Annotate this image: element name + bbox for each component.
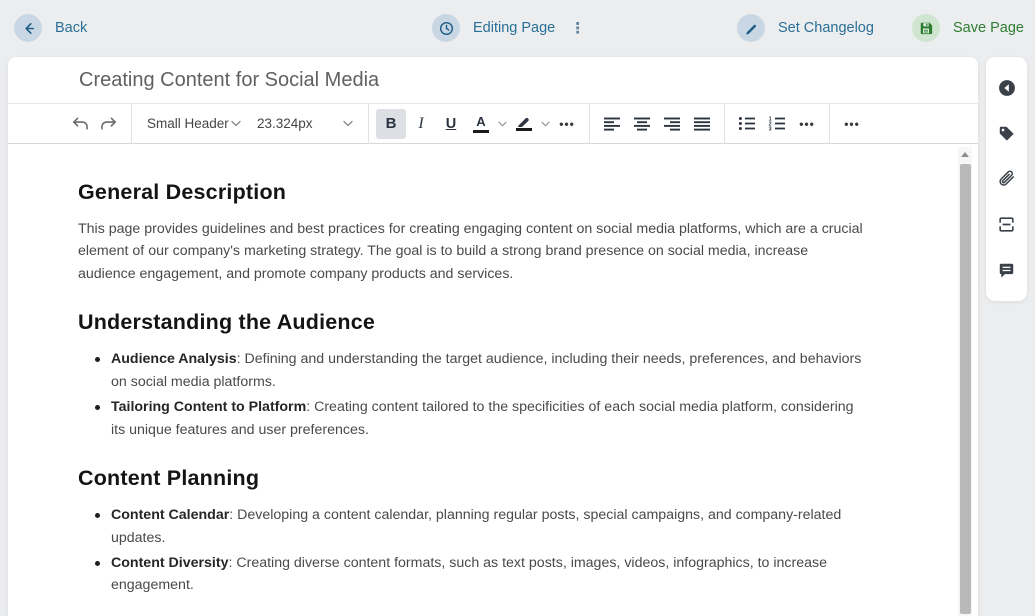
editor-card: Creating Content for Social Media Small … (8, 57, 978, 616)
section-content-planning: Content Planning Content Calendar: Devel… (78, 466, 868, 597)
toolbar-divider (724, 104, 725, 144)
tag-icon (997, 124, 1016, 143)
comments-button[interactable] (994, 257, 1020, 283)
scroll-up-button[interactable] (958, 147, 972, 162)
italic-button[interactable]: I (406, 109, 436, 139)
editor-toolbar: Small Header 23.324px B I U A ••• (8, 104, 978, 144)
templates-button[interactable] (994, 212, 1020, 238)
align-center-button[interactable] (627, 109, 657, 139)
tags-button[interactable] (994, 120, 1020, 146)
editor-side-rail (986, 57, 1027, 301)
highlight-color-button[interactable] (509, 109, 539, 139)
list-item: Audience Analysis: Defining and understa… (111, 348, 868, 393)
back-label: Back (55, 20, 87, 36)
text-color-swatch (473, 130, 489, 133)
save-icon (912, 14, 940, 42)
section-understanding-audience: Understanding the Audience Audience Anal… (78, 310, 868, 441)
toolbar-divider (131, 104, 132, 144)
text-color-button[interactable]: A (466, 109, 496, 139)
comment-icon (997, 261, 1016, 280)
redo-button[interactable] (94, 109, 124, 139)
save-page-label: Save Page (953, 20, 1024, 36)
paperclip-icon (997, 169, 1017, 189)
more-tools-button[interactable]: ••• (837, 109, 867, 139)
save-page-button[interactable]: Save Page (912, 0, 1024, 56)
font-size-value: 23.324px (257, 116, 313, 131)
bullet-list: Audience Analysis: Defining and understa… (78, 348, 868, 441)
toolbar-divider (589, 104, 590, 144)
list-item: Content Calendar: Developing a content c… (111, 504, 868, 549)
title-row: Creating Content for Social Media (8, 57, 978, 104)
undo-button[interactable] (64, 109, 94, 139)
font-size-dropdown[interactable]: 23.324px (249, 109, 361, 139)
text-style-value: Small Header (147, 116, 229, 131)
align-right-button[interactable] (657, 109, 687, 139)
list-item: Tailoring Content to Platform: Creating … (111, 396, 868, 441)
numbered-list-button[interactable]: 123 (762, 109, 792, 139)
editor-scrollbar[interactable] (958, 147, 972, 616)
collapse-sidebar-button[interactable] (994, 75, 1020, 101)
list-item: Content Diversity: Creating diverse cont… (111, 552, 868, 597)
section-paragraph: This page provides guidelines and best p… (78, 218, 868, 285)
section-heading: Understanding the Audience (78, 310, 868, 335)
align-justify-button[interactable] (687, 109, 717, 139)
highlight-color-chevron[interactable] (539, 121, 552, 127)
section-heading: General Description (78, 180, 868, 205)
highlighter-icon (516, 116, 532, 127)
section-general-description: General Description This page provides g… (78, 180, 868, 285)
clock-icon (432, 14, 460, 42)
svg-text:3: 3 (769, 127, 772, 131)
more-formats-button[interactable]: ••• (552, 109, 582, 139)
set-changelog-button[interactable]: Set Changelog (737, 0, 874, 56)
arrow-left-circle-icon (997, 78, 1017, 98)
pencil-icon (737, 14, 765, 42)
set-changelog-label: Set Changelog (778, 20, 874, 36)
page-title-input[interactable]: Creating Content for Social Media (79, 69, 978, 92)
chevron-down-icon (343, 120, 353, 127)
toolbar-divider (829, 104, 830, 144)
top-bar: Back Editing Page ⋮ Set Changelog Save P… (0, 0, 1035, 56)
editing-page-label: Editing Page (473, 20, 555, 36)
text-color-chevron[interactable] (496, 121, 509, 127)
bold-button[interactable]: B (376, 109, 406, 139)
editing-page-status[interactable]: Editing Page ⋮ (432, 0, 585, 56)
bullet-list: Content Calendar: Developing a content c… (78, 504, 868, 597)
attachments-button[interactable] (994, 166, 1020, 192)
chevron-down-icon (231, 120, 241, 127)
bullet-list-button[interactable] (732, 109, 762, 139)
align-left-button[interactable] (597, 109, 627, 139)
toolbar-divider (368, 104, 369, 144)
kebab-menu-icon[interactable]: ⋮ (570, 19, 585, 37)
back-arrow-icon (14, 14, 42, 42)
more-lists-button[interactable]: ••• (792, 109, 822, 139)
document-editor-body[interactable]: General Description This page provides g… (8, 146, 954, 616)
underline-button[interactable]: U (436, 109, 466, 139)
back-button[interactable]: Back (14, 0, 87, 56)
template-icon (997, 215, 1016, 234)
text-style-dropdown[interactable]: Small Header (139, 109, 249, 139)
section-heading: Content Planning (78, 466, 868, 491)
highlight-color-swatch (516, 128, 532, 131)
scrollbar-thumb[interactable] (960, 164, 971, 614)
